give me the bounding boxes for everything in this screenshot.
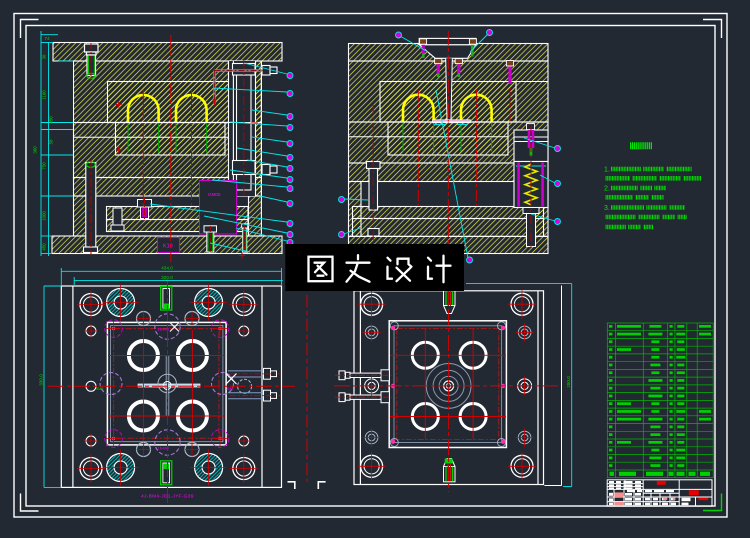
svg-text:434.0: 434.0 [161,266,173,271]
svg-text:280.0: 280.0 [566,376,571,388]
svg-text:GM05: GM05 [208,192,221,197]
svg-text:450: 450 [42,243,47,251]
svg-text:450: 450 [49,116,54,124]
svg-text:1100: 1100 [42,90,47,100]
svg-text:74: 74 [44,36,50,42]
svg-text:2.: 2. [604,186,610,193]
svg-text:3M5: 3M5 [226,387,233,391]
svg-text:1.: 1. [604,167,610,174]
svg-text:3.: 3. [604,205,610,212]
svg-text:58: 58 [49,139,54,144]
svg-text:320.0: 320.0 [161,275,173,280]
svg-text:38: 38 [42,54,47,59]
svg-text:380: 380 [33,146,38,154]
svg-text:4J-BM4-JD1-JYF-G09: 4J-BM4-JD1-JYF-G09 [141,494,194,499]
svg-text:5M5: 5M5 [96,387,103,391]
svg-text:1000: 1000 [42,211,47,221]
svg-text:330.0: 330.0 [39,374,44,386]
svg-text:750: 750 [42,162,47,170]
